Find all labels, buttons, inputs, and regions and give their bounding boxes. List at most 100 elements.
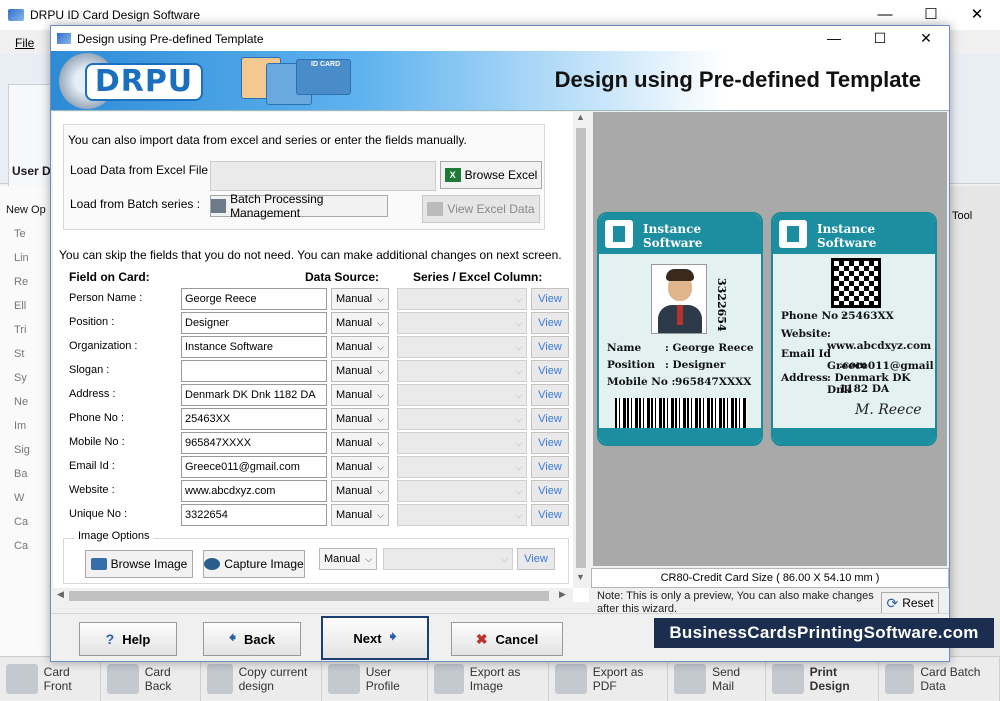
column-select[interactable]: ⌵ xyxy=(397,384,527,406)
tool-label[interactable]: Tool xyxy=(952,210,972,222)
chevron-down-icon: ⌵ xyxy=(501,554,508,564)
view-button[interactable]: View xyxy=(531,504,569,526)
toolbar-item[interactable]: Copy current design xyxy=(201,656,323,701)
front-position-label: Position xyxy=(607,359,655,371)
toolbar-item[interactable]: Export as Image xyxy=(428,656,550,701)
toolbar-item[interactable]: Print Design xyxy=(766,656,879,701)
field-value-input[interactable]: Instance Software xyxy=(181,336,327,358)
field-value-input[interactable]: Greece011@gmail.com xyxy=(181,456,327,478)
data-source-select[interactable]: Manual ⌵ xyxy=(331,288,389,310)
reset-button[interactable]: ⟳ Reset xyxy=(881,592,939,614)
data-source-select[interactable]: Manual ⌵ xyxy=(331,456,389,478)
form-vertical-scrollbar[interactable]: ▲ ▼ xyxy=(573,112,589,588)
side-tool-item[interactable]: Tri xyxy=(0,318,51,342)
field-label: Email Id : xyxy=(69,460,115,472)
side-tool-item[interactable]: Sig xyxy=(0,438,51,462)
side-tool-item[interactable]: Ca xyxy=(0,510,51,534)
view-button[interactable]: View xyxy=(531,384,569,406)
side-tool-item[interactable]: Ne xyxy=(0,390,51,414)
image-view-button[interactable]: View xyxy=(517,548,555,570)
field-value-input[interactable]: 25463XX xyxy=(181,408,327,430)
column-select[interactable]: ⌵ xyxy=(397,480,527,502)
scroll-left-icon[interactable]: ◀ xyxy=(57,589,64,600)
toolbar-item[interactable]: Card Batch Data xyxy=(879,656,1000,701)
field-value-input[interactable]: 965847XXXX xyxy=(181,432,327,454)
view-button[interactable]: View xyxy=(531,480,569,502)
cancel-button[interactable]: ✖ Cancel xyxy=(451,622,563,656)
new-button[interactable]: New Op xyxy=(0,186,51,222)
field-value-input[interactable]: Denmark DK Dnk 1182 DA xyxy=(181,384,327,406)
help-button[interactable]: ? Help xyxy=(79,622,177,656)
view-button[interactable]: View xyxy=(531,360,569,382)
view-button[interactable]: View xyxy=(531,432,569,454)
side-tool-item[interactable]: St xyxy=(0,342,51,366)
column-select[interactable]: ⌵ xyxy=(397,408,527,430)
capture-image-button[interactable]: Capture Image xyxy=(203,550,305,578)
menu-file[interactable]: File xyxy=(15,36,34,50)
column-select[interactable]: ⌵ xyxy=(397,336,527,358)
side-tool-item[interactable]: Ba xyxy=(0,462,51,486)
view-button[interactable]: View xyxy=(531,336,569,358)
back-button[interactable]: 🠸 Back xyxy=(203,622,301,656)
batch-processing-button[interactable]: Batch Processing Management xyxy=(210,192,388,220)
data-source-select[interactable]: Manual ⌵ xyxy=(331,408,389,430)
hscroll-thumb[interactable] xyxy=(69,591,549,601)
side-tool-item[interactable]: Lin xyxy=(0,246,51,270)
data-source-select[interactable]: Manual ⌵ xyxy=(331,480,389,502)
side-tool-item[interactable]: Re xyxy=(0,270,51,294)
front-mobile-value: 965847XXXX xyxy=(675,376,752,388)
field-value-input[interactable]: George Reece xyxy=(181,288,327,310)
column-select[interactable]: ⌵ xyxy=(397,360,527,382)
column-select[interactable]: ⌵ xyxy=(397,432,527,454)
column-select[interactable]: ⌵ xyxy=(397,312,527,334)
column-select[interactable]: ⌵ xyxy=(397,456,527,478)
import-intro-text: You can also import data from excel and … xyxy=(68,133,467,147)
toolbar-item[interactable]: Card Front xyxy=(0,656,102,701)
data-source-select[interactable]: Manual ⌵ xyxy=(331,504,389,526)
toolbar-item[interactable]: Export as PDF xyxy=(549,656,669,701)
help-label: Help xyxy=(122,631,151,647)
excel-file-field[interactable] xyxy=(210,161,436,191)
column-select[interactable]: ⌵ xyxy=(397,288,527,310)
view-button[interactable]: View xyxy=(531,456,569,478)
browse-excel-button[interactable]: X Browse Excel xyxy=(440,161,542,189)
scroll-down-icon[interactable]: ▼ xyxy=(576,572,585,582)
data-source-value: Manual xyxy=(336,317,373,329)
toolbar-item[interactable]: Card Back xyxy=(101,656,201,701)
field-value-input[interactable]: Designer xyxy=(181,312,327,334)
view-button[interactable]: View xyxy=(531,312,569,334)
field-value-input[interactable]: 3322654 xyxy=(181,504,327,526)
next-button[interactable]: Next 🠺 xyxy=(321,616,429,660)
view-button[interactable]: View xyxy=(531,408,569,430)
dialog-minimize-icon[interactable]: — xyxy=(811,26,857,51)
image-source-select[interactable]: Manual ⌵ xyxy=(319,548,377,570)
side-tool-item[interactable]: Im xyxy=(0,414,51,438)
image-column-select[interactable]: ⌵ xyxy=(383,548,513,570)
data-source-select[interactable]: Manual ⌵ xyxy=(331,384,389,406)
data-source-select[interactable]: Manual ⌵ xyxy=(331,432,389,454)
scroll-right-icon[interactable]: ▶ xyxy=(559,589,566,600)
form-horizontal-scrollbar[interactable]: ◀ ▶ xyxy=(53,588,573,604)
column-select[interactable]: ⌵ xyxy=(397,504,527,526)
side-tool-item[interactable]: W xyxy=(0,486,51,510)
dialog-maximize-icon[interactable]: ☐ xyxy=(857,26,903,51)
side-tool-item[interactable]: Sy xyxy=(0,366,51,390)
side-tool-item[interactable]: Ell xyxy=(0,294,51,318)
close-icon[interactable]: ✕ xyxy=(954,0,1000,30)
browse-image-button[interactable]: Browse Image xyxy=(85,550,193,578)
cancel-label: Cancel xyxy=(495,631,539,647)
view-excel-button[interactable]: View Excel Data xyxy=(422,195,540,223)
data-source-select[interactable]: Manual ⌵ xyxy=(331,312,389,334)
field-value-input[interactable] xyxy=(181,360,327,382)
data-source-select[interactable]: Manual ⌵ xyxy=(331,360,389,382)
data-source-select[interactable]: Manual ⌵ xyxy=(331,336,389,358)
dialog-close-icon[interactable]: ✕ xyxy=(903,26,949,51)
field-value-input[interactable]: www.abcdxyz.com xyxy=(181,480,327,502)
side-tool-item[interactable]: Te xyxy=(0,222,51,246)
view-button[interactable]: View xyxy=(531,288,569,310)
toolbar-item[interactable]: Send Mail xyxy=(668,656,766,701)
scroll-up-icon[interactable]: ▲ xyxy=(576,112,585,122)
scroll-thumb[interactable] xyxy=(576,128,586,568)
toolbar-item[interactable]: User Profile xyxy=(322,656,428,701)
side-tool-item[interactable]: Ca xyxy=(0,534,51,558)
